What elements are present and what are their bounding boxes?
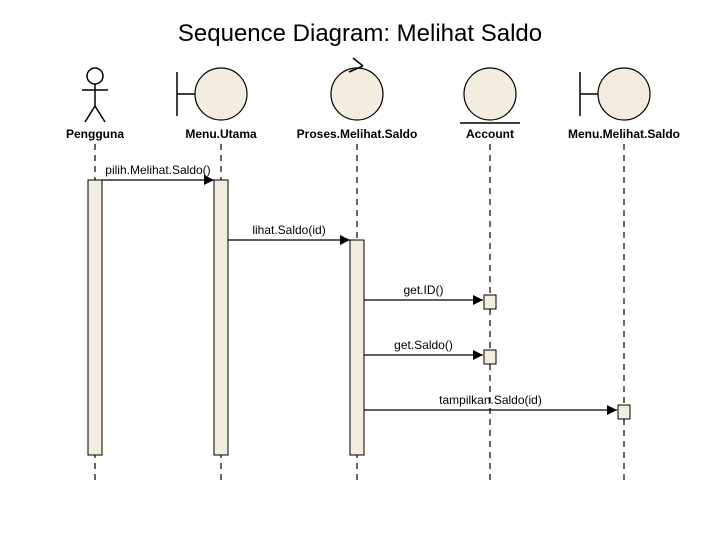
object-icon [195,68,247,120]
message-label: tampilkan.Saldo(id) [439,393,542,407]
sequence-diagram: Sequence Diagram: Melihat Saldo Pengguna… [0,0,720,540]
activation-bar [350,240,364,455]
participant-label: Menu.Utama [185,127,257,141]
participant-label: Proses.Melihat.Saldo [297,127,418,141]
participant-label: Menu.Melihat.Saldo [568,127,680,141]
activation-bar [214,180,228,455]
message-label: lihat.Saldo(id) [252,223,325,237]
message-label: get.Saldo() [394,338,453,352]
diagram-canvas: Pengguna Menu.Utama Proses.Melihat.Saldo Ac… [0,0,720,540]
actor-icon [87,68,103,84]
message-label: pilih.Melihat.Saldo() [105,163,210,177]
object-icon [464,68,516,120]
message-label: get.ID() [403,283,443,297]
participant-label: Account [466,127,514,141]
object-icon [331,68,383,120]
object-icon [598,68,650,120]
participant-label: Pengguna [66,127,124,141]
activation-bar [88,180,102,455]
